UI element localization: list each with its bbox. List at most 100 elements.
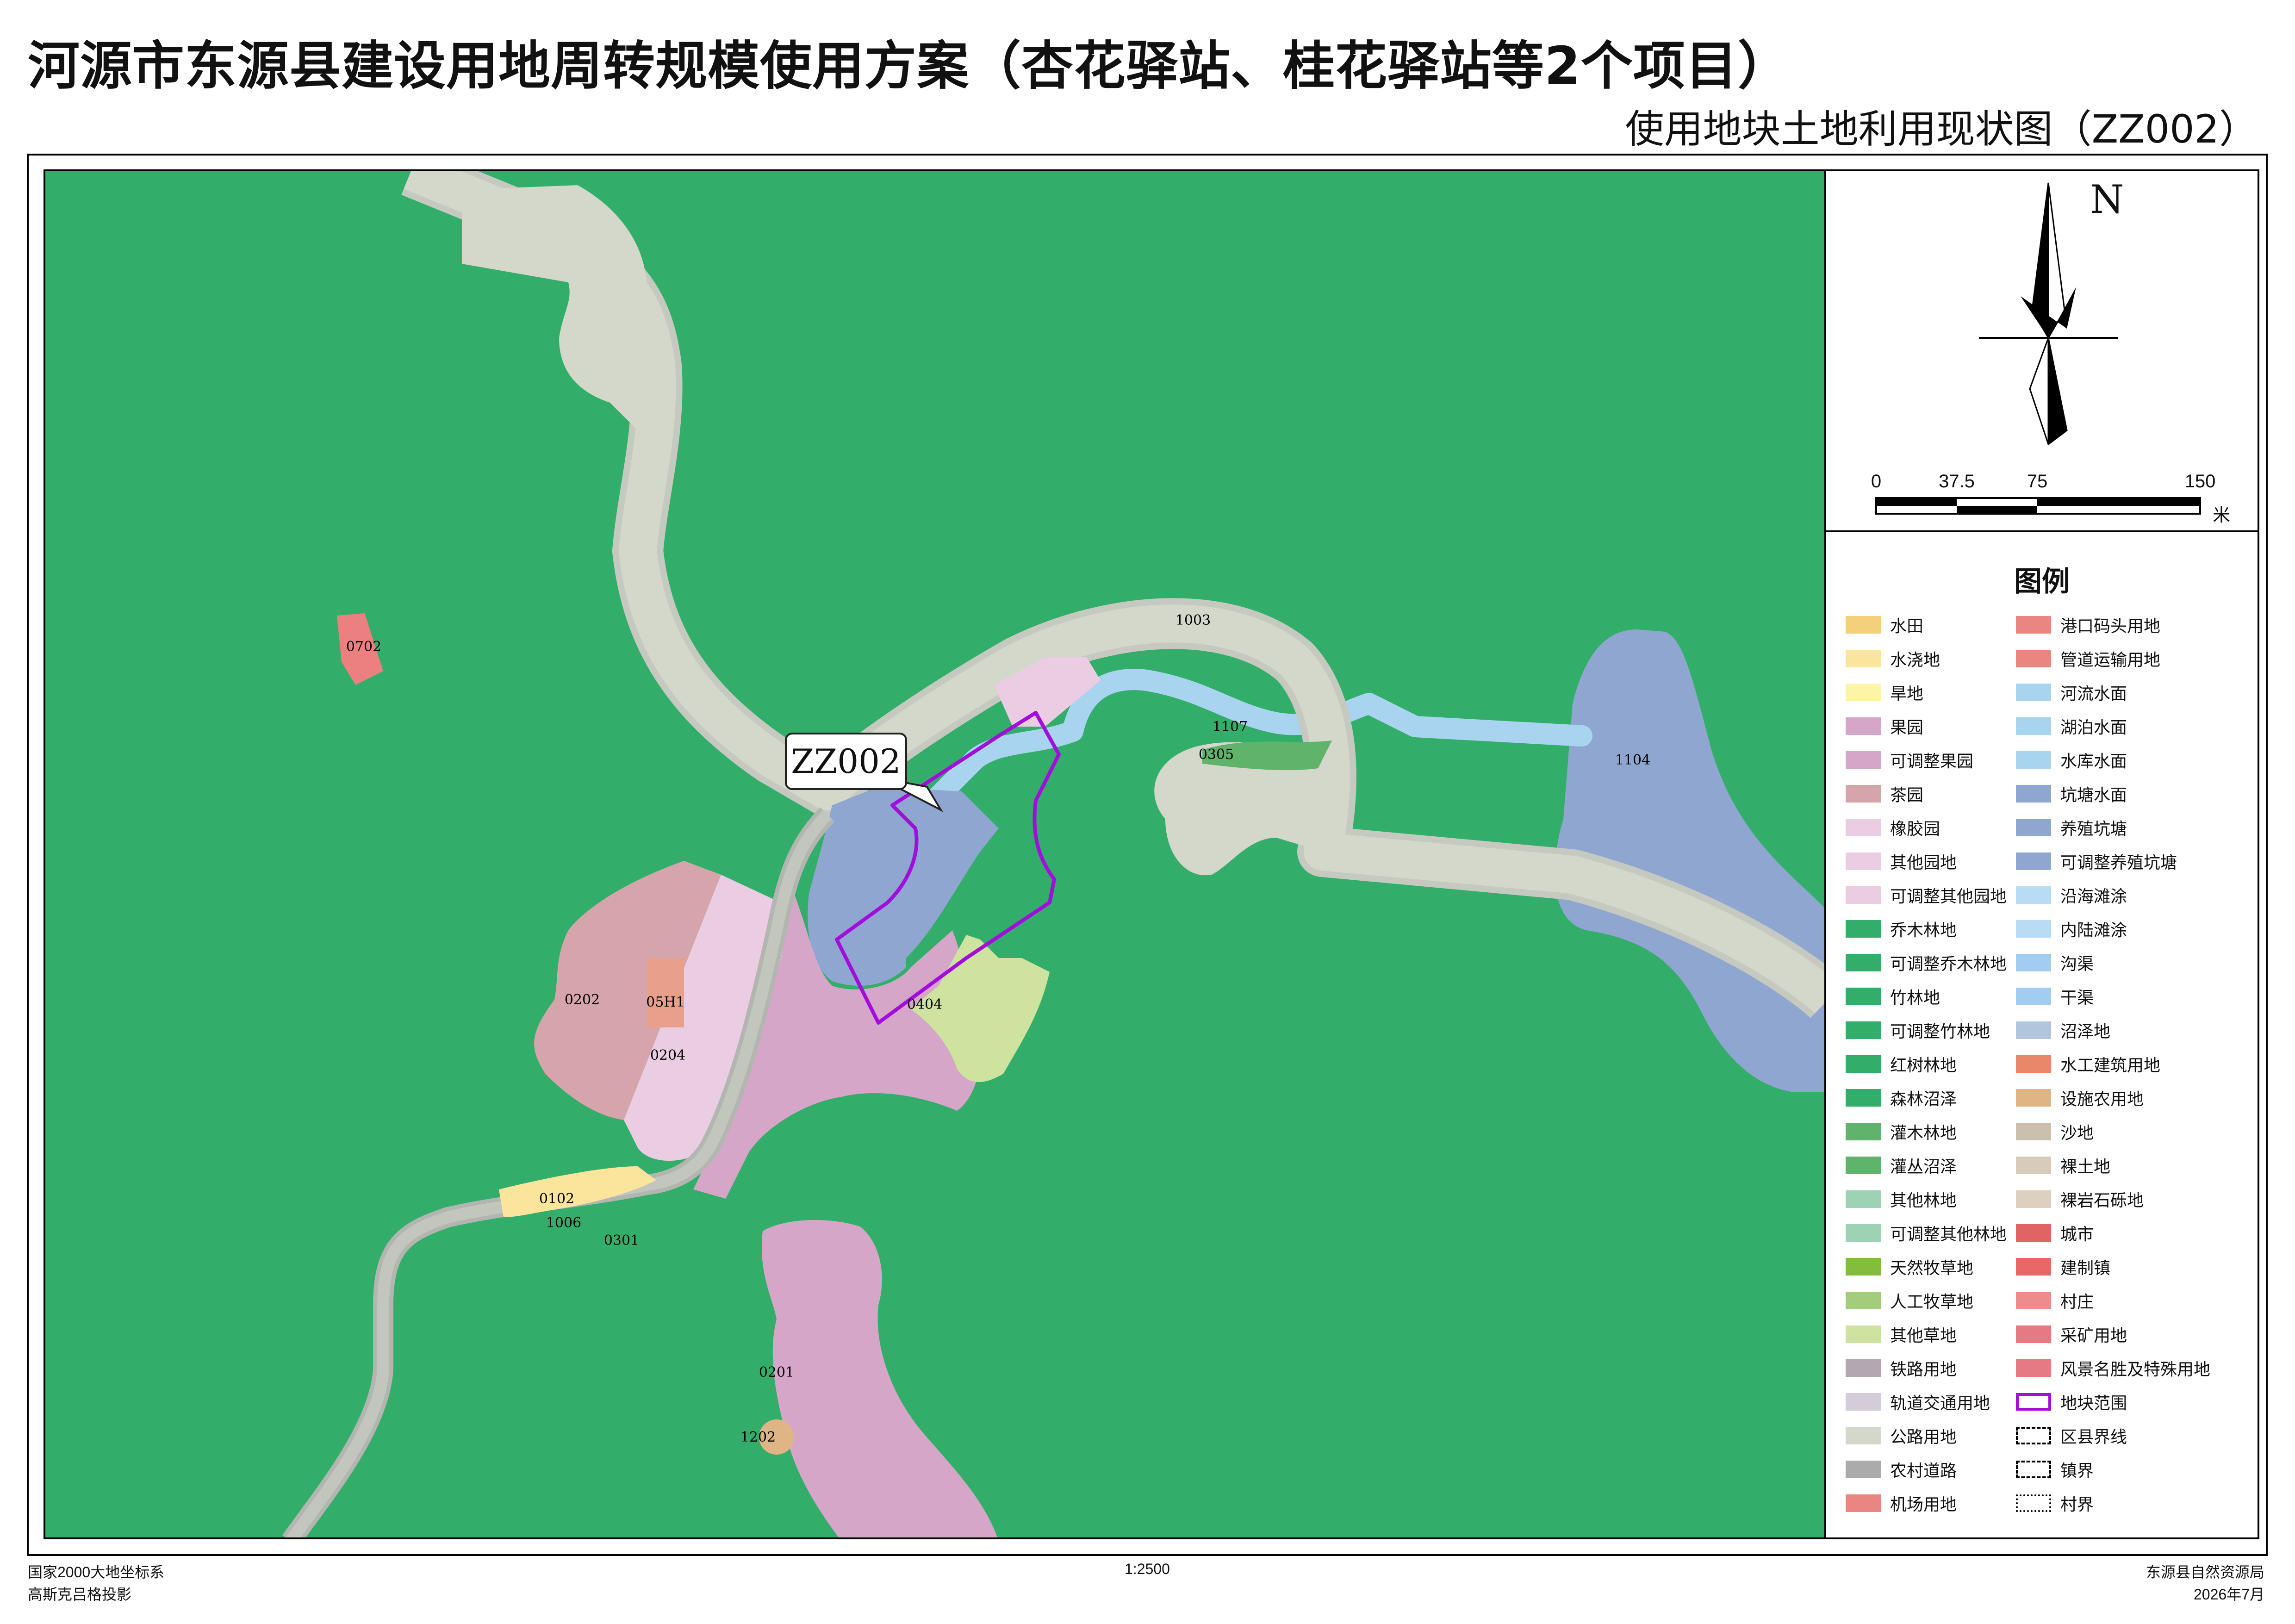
scale-unit: 米 [2213,505,2231,525]
legend-label: 公路用地 [1890,1428,1957,1447]
legend-swatch [2016,1157,2051,1174]
label-0102: 0102 [539,1191,574,1207]
legend-item: 茶园 [1846,780,1923,808]
legend-item: 水库水面 [2016,746,2127,774]
legend-swatch [1846,1123,1881,1140]
legend-swatch [1846,1494,1881,1512]
legend-swatch [2016,988,2051,1005]
legend-item: 村界 [2016,1489,2094,1517]
map-subtitle: 使用地块土地利用现状图（ZZ002） [1625,106,2258,152]
legend-swatch [1846,1461,1881,1478]
legend-item: 可调整竹林地 [1846,1016,1990,1044]
legend-swatch [2016,1190,2051,1208]
legend-swatch [1846,684,1881,701]
legend-label: 村庄 [2060,1293,2094,1312]
legend-label: 河流水面 [2060,684,2127,703]
legend-item: 管道运输用地 [2016,645,2160,672]
legend-label: 沙地 [2060,1124,2094,1143]
legend-swatch [2016,954,2051,971]
legend-item: 旱地 [1846,678,1923,706]
north-arrow-panel: N 0 37.5 75 150 米 [1826,171,2258,532]
legend-label: 沟渠 [2060,955,2094,974]
map-area: ZZ002 0702 1003 1107 0305 1104 0202 05H1… [44,169,1826,1539]
legend-swatch [1846,785,1881,803]
legend-item: 沼泽地 [2016,1016,2110,1044]
legend-label: 养殖坑塘 [2060,820,2127,839]
legend-swatch [1846,1427,1881,1444]
legend-item: 灌木林地 [1846,1118,1957,1145]
label-1003: 1003 [1175,612,1211,628]
legend-label: 区县界线 [2060,1428,2127,1447]
legend-item: 地块范围 [2016,1388,2127,1416]
legend-item: 水浇地 [1846,645,1940,672]
legend-swatch [1846,1292,1881,1309]
legend-label: 采矿用地 [2060,1326,2127,1345]
legend-title: 图例 [2014,566,2070,598]
label-05H1: 05H1 [646,994,684,1010]
footer-date: 2026年7月 [2194,1586,2264,1603]
legend-label: 村界 [2060,1495,2094,1514]
legend-swatch [1846,1258,1881,1276]
legend-item: 养殖坑塘 [2016,814,2127,841]
label-0202: 0202 [565,992,600,1008]
legend-swatch [2016,751,2051,769]
legend-swatch [2016,920,2051,938]
map-title: 河源市东源县建设用地周转规模使用方案（杏花驿站、桂花驿站等2个项目） [28,36,1790,96]
legend-label: 坑塘水面 [2060,786,2127,805]
footer-agency: 东源县自然资源局 [2146,1564,2264,1580]
legend-swatch [1846,1190,1881,1208]
legend-swatch [1846,954,1881,971]
legend-label: 橡胶园 [1890,820,1940,839]
legend-label: 设施农用地 [2060,1090,2144,1109]
legend-item: 风景名胜及特殊用地 [2016,1354,2210,1382]
legend-swatch [2016,717,2051,735]
legend-label: 旱地 [1890,684,1924,703]
legend-item: 竹林地 [1846,983,1940,1010]
footer-crs: 国家2000大地坐标系 [28,1564,165,1580]
legend-swatch [1846,650,1881,667]
legend-label: 铁路用地 [1890,1360,1957,1379]
legend-swatch [1846,1359,1881,1377]
legend-label: 可调整乔木林地 [1890,955,2007,974]
legend-swatch [2016,1427,2051,1444]
legend-item: 其他草地 [1846,1320,1957,1348]
legend-item: 镇界 [2016,1456,2094,1483]
legend-label: 茶园 [1890,786,1924,805]
label-0702: 0702 [346,639,381,655]
legend-item: 沙地 [2016,1118,2094,1145]
legend-swatch [1846,1393,1881,1411]
label-0204: 0204 [650,1047,685,1064]
side-panel: N 0 37.5 75 150 米 图例 水田 水浇地 旱地 果园 可调整果园 茶园 橡胶园… [1826,169,2259,1539]
legend-item: 水工建筑用地 [2016,1050,2160,1078]
legend-label: 沼泽地 [2060,1022,2111,1041]
legend-item: 港口码头用地 [2016,611,2160,639]
building-05H1 [647,958,684,1027]
label-0404: 0404 [907,996,942,1013]
legend-swatch [2016,616,2051,634]
legend-label: 轨道交通用地 [1890,1394,1990,1413]
legend-item: 橡胶园 [1846,814,1940,841]
legend-label: 机场用地 [1890,1495,1957,1514]
legend-label: 人工牧草地 [1890,1293,1974,1312]
legend-label: 管道运输用地 [2060,651,2161,670]
legend-swatch [2016,1055,2051,1073]
legend-item: 沟渠 [2016,949,2094,977]
scale-bar [1875,497,2201,515]
legend-label: 其他林地 [1890,1191,1957,1210]
legend-label: 风景名胜及特殊用地 [2060,1360,2211,1379]
parcel-callout[interactable]: ZZ002 [785,733,907,790]
legend-item: 可调整果园 [1846,746,1973,774]
legend-label: 水田 [1890,617,1924,636]
legend-swatch [1846,751,1881,769]
legend-item: 干渠 [2016,983,2094,1010]
legend-item: 公路用地 [1846,1422,1957,1450]
legend-swatch [1846,1157,1881,1174]
legend-swatch [1846,717,1881,735]
legend-swatch [1846,616,1881,634]
legend-label: 森林沼泽 [1890,1090,1957,1109]
legend-item: 其他林地 [1846,1185,1957,1213]
legend-label: 其他园地 [1890,853,1957,872]
legend-label: 水工建筑用地 [2060,1056,2161,1075]
legend-label: 建制镇 [2060,1259,2111,1278]
legend-item: 天然牧草地 [1846,1253,1973,1281]
